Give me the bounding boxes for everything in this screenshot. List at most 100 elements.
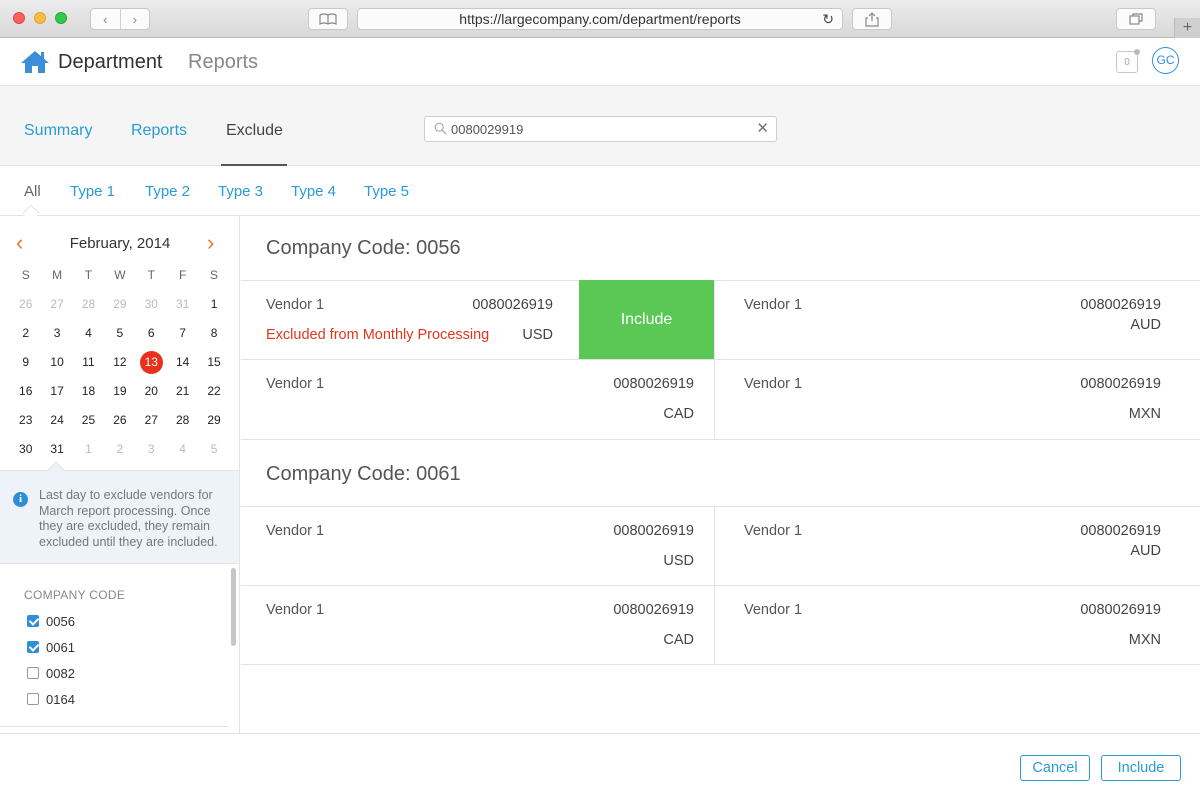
calendar-day-label: 27 — [144, 413, 158, 427]
calendar-day-label: 30 — [19, 442, 33, 456]
calendar-day[interactable]: 2 — [10, 322, 41, 351]
vendor-name: Vendor 1 — [266, 376, 325, 392]
calendar-day[interactable]: 29 — [198, 409, 229, 438]
tab-exclude[interactable]: Exclude — [226, 122, 283, 140]
chevron-left-icon[interactable]: ‹ — [91, 12, 120, 27]
calendar-day-label: 22 — [207, 384, 221, 398]
minimize-window-button[interactable] — [34, 12, 46, 24]
calendar-day[interactable]: 18 — [73, 380, 104, 409]
calendar-day[interactable]: 27 — [41, 293, 72, 322]
clear-search-icon[interactable]: ✕ — [756, 120, 769, 138]
checkbox[interactable] — [27, 615, 39, 627]
share-icon[interactable] — [852, 8, 892, 30]
calendar-day[interactable]: 11 — [73, 351, 104, 380]
calendar-day[interactable]: 5 — [198, 438, 229, 467]
calendar-day[interactable]: 20 — [136, 380, 167, 409]
url-bar[interactable]: https://largecompany.com/department/repo… — [357, 8, 843, 30]
tab-summary[interactable]: Summary — [24, 122, 92, 140]
calendar-day[interactable]: 30 — [136, 293, 167, 322]
calendar-day[interactable]: 26 — [10, 293, 41, 322]
company-code-option-label: 0164 — [46, 691, 75, 707]
filter-type-2[interactable]: Type 2 — [145, 183, 190, 200]
filter-all[interactable]: All — [24, 183, 41, 200]
calendar-day[interactable]: 12 — [104, 351, 135, 380]
calendar-week: 30 31 1 2 3 4 5 — [10, 438, 230, 467]
avatar[interactable]: GC — [1152, 47, 1179, 74]
calendar-day[interactable]: 27 — [136, 409, 167, 438]
calendar-day[interactable]: 1 — [198, 293, 229, 322]
calendar-day[interactable]: 26 — [104, 409, 135, 438]
include-button[interactable]: Include — [1101, 755, 1181, 781]
calendar-day-selected[interactable]: 13 — [136, 351, 167, 380]
calendar-day[interactable]: 25 — [73, 409, 104, 438]
calendar-day[interactable]: 10 — [41, 351, 72, 380]
calendar-day-label: 16 — [19, 384, 33, 398]
calendar-day[interactable]: 23 — [10, 409, 41, 438]
company-code-option[interactable]: 0061 — [27, 638, 75, 656]
filter-type-4[interactable]: Type 4 — [291, 183, 336, 200]
sidebar-scrollbar[interactable] — [231, 568, 236, 646]
calendar-day[interactable]: 19 — [104, 380, 135, 409]
info-icon: i — [13, 492, 28, 507]
calendar-day-label: 3 — [53, 326, 61, 340]
cancel-button[interactable]: Cancel — [1020, 755, 1090, 781]
chevron-right-icon[interactable]: › — [121, 12, 150, 27]
tabs-overview-icon[interactable] — [1116, 8, 1156, 30]
filter-type-1[interactable]: Type 1 — [70, 183, 115, 200]
company-code-option[interactable]: 0082 — [27, 664, 75, 682]
calendar-day[interactable]: 21 — [167, 380, 198, 409]
search-input[interactable] — [451, 120, 751, 138]
tab-reports[interactable]: Reports — [131, 122, 187, 140]
new-tab-button[interactable]: + — [1174, 18, 1200, 38]
calendar-week: 9 10 11 12 13 14 15 — [10, 351, 230, 380]
calendar-day-label: 6 — [147, 326, 155, 340]
calendar-day[interactable]: 4 — [73, 322, 104, 351]
chevron-right-icon[interactable]: › — [207, 232, 214, 254]
calendar-day[interactable]: 5 — [104, 322, 135, 351]
calendar-day[interactable]: 28 — [73, 293, 104, 322]
calendar-day[interactable]: 4 — [167, 438, 198, 467]
company-code-option-label: 0056 — [46, 613, 75, 629]
calendar-day[interactable]: 17 — [41, 380, 72, 409]
checkbox[interactable] — [27, 641, 39, 653]
main-tabs-bar: Summary Reports Exclude ✕ — [0, 86, 1200, 166]
company-code-option[interactable]: 0164 — [27, 690, 75, 708]
zoom-window-button[interactable] — [55, 12, 67, 24]
filter-type-5[interactable]: Type 5 — [364, 183, 409, 200]
calendar-day[interactable]: 22 — [198, 380, 229, 409]
calendar-day[interactable]: 3 — [136, 438, 167, 467]
excluded-status: Excluded from Monthly Processing — [266, 327, 490, 343]
calendar-day[interactable]: 29 — [104, 293, 135, 322]
calendar-day-label: 31 — [175, 297, 190, 311]
calendar-day-label: 27 — [50, 297, 64, 311]
calendar-day[interactable]: 1 — [73, 438, 104, 467]
calendar-day[interactable]: 9 — [10, 351, 41, 380]
calendar-day[interactable]: 8 — [198, 322, 229, 351]
calendar-day-label: 2 — [22, 326, 30, 340]
calendar-day[interactable]: 7 — [167, 322, 198, 351]
calendar-day[interactable]: 30 — [10, 438, 41, 467]
calendar-day[interactable]: 28 — [167, 409, 198, 438]
url-text: https://largecompany.com/department/repo… — [459, 11, 741, 27]
notification-badge[interactable]: 0 — [1116, 49, 1140, 73]
calendar-day[interactable]: 15 — [198, 351, 229, 380]
calendar-day[interactable]: 24 — [41, 409, 72, 438]
checkbox[interactable] — [27, 693, 39, 705]
calendar-day[interactable]: 2 — [104, 438, 135, 467]
calendar-day[interactable]: 16 — [10, 380, 41, 409]
company-code-option[interactable]: 0056 — [27, 612, 75, 630]
reload-icon[interactable]: ↻ — [822, 11, 834, 28]
calendar-day[interactable]: 31 — [167, 293, 198, 322]
checkbox[interactable] — [27, 667, 39, 679]
calendar-day[interactable]: 3 — [41, 322, 72, 351]
filter-type-3[interactable]: Type 3 — [218, 183, 263, 200]
calendar-day[interactable]: 6 — [136, 322, 167, 351]
calendar-day[interactable]: 14 — [167, 351, 198, 380]
breadcrumb-section[interactable]: Reports — [188, 51, 258, 74]
close-window-button[interactable] — [13, 12, 25, 24]
reader-icon[interactable] — [308, 8, 348, 30]
app-brand[interactable]: Department — [58, 51, 163, 74]
include-vendor-button[interactable]: Include — [579, 280, 714, 359]
home-icon[interactable] — [20, 50, 50, 74]
vendor-number: 0080026919 — [613, 602, 694, 618]
